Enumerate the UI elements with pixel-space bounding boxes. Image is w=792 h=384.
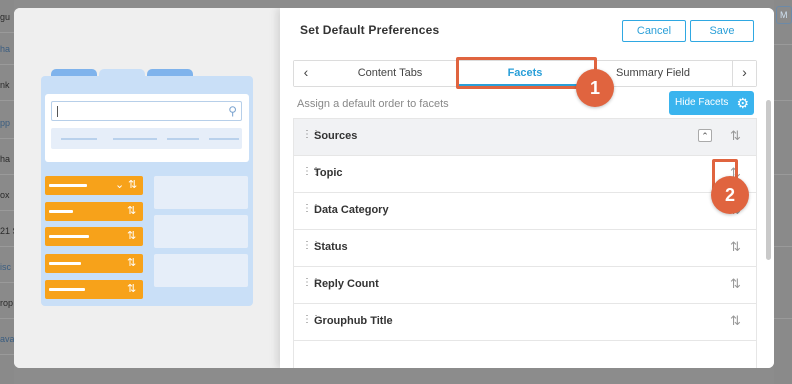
illustration-facet-bar: ⌄ ⇅ xyxy=(45,176,143,195)
facet-label: Status xyxy=(314,241,348,253)
illustration-facet-bar: ⇅ xyxy=(45,227,143,246)
facet-row-data-category[interactable]: ⋮⋮ Data Category ⇅ xyxy=(293,192,757,229)
bg-fragment: rop xyxy=(0,298,14,308)
illustration-box xyxy=(154,215,248,248)
illustration-facet-bar: ⇅ xyxy=(45,280,143,299)
cancel-button[interactable]: Cancel xyxy=(622,20,686,42)
assign-order-text: Assign a default order to facets xyxy=(297,98,449,110)
magnifier-icon: ⚲ xyxy=(228,104,237,118)
facet-label: Grouphub Title xyxy=(314,315,393,327)
chevron-right-icon[interactable]: › xyxy=(732,61,756,86)
hide-facets-button[interactable]: Hide Facets ⚙ xyxy=(669,91,754,115)
facet-label: Reply Count xyxy=(314,278,379,290)
sort-arrows-icon[interactable]: ⇅ xyxy=(730,313,741,329)
illustration-line xyxy=(209,138,239,140)
sort-arrows-icon[interactable]: ⇅ xyxy=(730,239,741,255)
illustration-pane: ⚲ ⌄ ⇅ ⇅ ⇅ ⇅ ⇅ xyxy=(14,8,280,368)
background-right-edge: M xyxy=(774,0,792,384)
facet-label: Topic xyxy=(314,167,343,179)
sort-arrows-icon[interactable]: ⇅ xyxy=(730,128,741,144)
bg-fragment: isc xyxy=(0,262,11,272)
background-left-edge: gu ha nk pp ha ox 21 S isc rop ava xyxy=(0,0,14,384)
facet-row-sources[interactable]: ⋮⋮ Sources ⌃ ⇅ xyxy=(293,118,757,155)
facet-list-scrollbar[interactable] xyxy=(766,100,771,260)
chevron-up-icon[interactable]: ⌃ xyxy=(698,129,712,142)
facet-row-status[interactable]: ⋮⋮ Status ⇅ xyxy=(293,229,757,266)
bg-fragment: ha xyxy=(0,44,11,54)
save-button[interactable]: Save xyxy=(690,20,754,42)
sort-arrows-icon: ⇅ xyxy=(127,230,137,242)
chevron-down-icon: ⌄ xyxy=(115,179,125,191)
illustration-facet-bar: ⇅ xyxy=(45,254,143,273)
bg-right-pill: M xyxy=(776,6,792,24)
illustration-box xyxy=(154,176,248,209)
bg-fragment: nk xyxy=(0,80,10,90)
hide-facets-label: Hide Facets xyxy=(675,97,729,108)
sort-arrows-icon: ⇅ xyxy=(127,283,137,295)
facet-row-reply-count[interactable]: ⋮⋮ Reply Count ⇅ xyxy=(293,266,757,303)
facet-row-topic[interactable]: ⋮⋮ Topic ⇅ xyxy=(293,155,757,192)
callout-badge-2: 2 xyxy=(711,176,749,214)
sort-arrows-icon: ⇅ xyxy=(128,179,138,191)
illustration-search: ⚲ xyxy=(51,101,242,121)
illustration-line xyxy=(61,138,97,140)
bg-fragment: 21 S xyxy=(0,226,14,236)
settings-pane: Set Default Preferences Cancel Save ‹ Co… xyxy=(280,8,774,368)
illustration-line xyxy=(167,138,199,140)
illustration-facet-bar: ⇅ xyxy=(45,202,143,221)
bg-fragment: pp xyxy=(0,118,11,128)
bg-fragment: gu xyxy=(0,12,11,22)
sort-arrows-icon: ⇅ xyxy=(127,257,137,269)
bg-fragment: ox xyxy=(0,190,10,200)
sort-arrows-icon: ⇅ xyxy=(127,205,137,217)
facet-label: Sources xyxy=(314,130,358,142)
bg-fragment: ha xyxy=(0,154,11,164)
chevron-left-icon[interactable]: ‹ xyxy=(294,61,318,86)
gear-icon: ⚙ xyxy=(736,95,749,111)
sort-arrows-icon[interactable]: ⇅ xyxy=(730,276,741,292)
callout-badge-1: 1 xyxy=(576,69,614,107)
facet-row-partial xyxy=(293,340,757,368)
tab-content-tabs[interactable]: Content Tabs xyxy=(330,61,450,86)
bg-fragment: ava xyxy=(0,334,14,344)
modal-title: Set Default Preferences xyxy=(300,23,440,37)
illustration-line xyxy=(113,138,157,140)
illustration-box xyxy=(154,254,248,287)
preferences-modal: ⚲ ⌄ ⇅ ⇅ ⇅ ⇅ ⇅ Set Default Preferences Ca… xyxy=(14,8,774,368)
facet-list: ⋮⋮ Sources ⌃ ⇅ ⋮⋮ Topic ⇅ ⋮⋮ Data Catego… xyxy=(293,118,757,368)
facet-label: Data Category xyxy=(314,204,389,216)
facet-row-grouphub-title[interactable]: ⋮⋮ Grouphub Title ⇅ xyxy=(293,303,757,340)
